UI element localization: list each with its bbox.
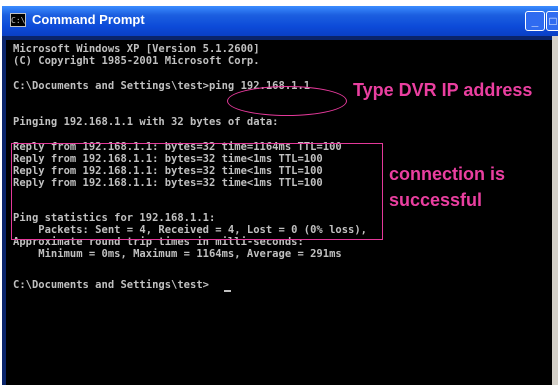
console-line: Microsoft Windows XP [Version 5.1.2600] [13, 43, 260, 55]
console-line: Minimum = 0ms, Maximum = 1164ms, Average… [13, 248, 342, 260]
maximize-button[interactable]: □ [546, 11, 558, 31]
replies-highlight-box [11, 143, 383, 240]
console-line: (C) Copyright 1985-2001 Microsoft Corp. [13, 55, 260, 67]
console-output[interactable]: Microsoft Windows XP [Version 5.1.2600] … [6, 40, 554, 385]
minimize-button[interactable]: _ [525, 11, 545, 31]
text-cursor [224, 290, 231, 292]
success-annotation-line1: connection is [389, 164, 506, 184]
ip-annotation: Type DVR IP address [353, 80, 533, 100]
console-prompt-line: C:\Documents and Settings\test> [13, 279, 209, 291]
console-line: Pinging 192.168.1.1 with 32 bytes of dat… [13, 116, 279, 128]
window-title: Command Prompt [32, 12, 145, 27]
title-bar[interactable]: C:\ Command Prompt _ □ [2, 6, 558, 36]
vertical-scrollbar[interactable] [552, 36, 558, 385]
ip-highlight-ellipse [227, 86, 347, 116]
success-annotation-line2: successful [389, 190, 483, 210]
cmd-icon[interactable]: C:\ [10, 13, 26, 27]
command-prompt-window: C:\ Command Prompt _ □ Microsoft Windows… [2, 6, 558, 385]
